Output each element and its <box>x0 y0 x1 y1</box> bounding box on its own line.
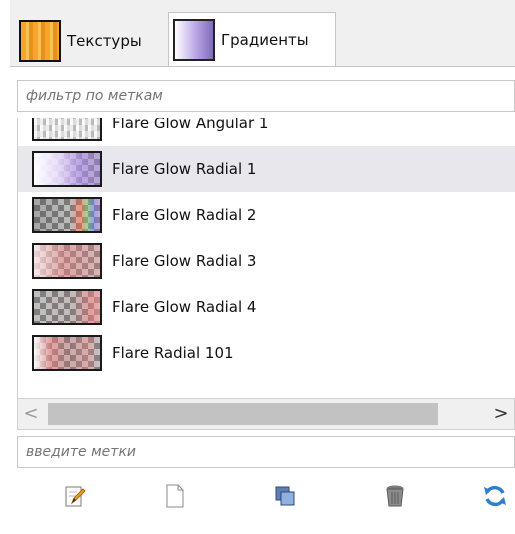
trash-icon <box>386 485 404 507</box>
textures-tab-icon <box>19 20 61 62</box>
gradient-swatch <box>32 335 102 371</box>
gradients-dock: Текстуры Градиенты Flare Glow Angular 1 … <box>10 0 515 534</box>
tag-filter-input[interactable] <box>17 80 515 112</box>
tab-textures-label: Текстуры <box>67 32 142 50</box>
tab-gradients[interactable]: Градиенты <box>168 12 336 66</box>
gradient-name: Flare Glow Radial 2 <box>112 206 257 224</box>
list-item[interactable]: Flare Glow Radial 4 <box>18 284 515 330</box>
new-document-icon <box>166 484 184 508</box>
gradient-toolbar <box>10 473 515 521</box>
gradient-swatch <box>32 243 102 279</box>
scroll-thumb[interactable] <box>48 403 438 425</box>
gradients-tab-icon <box>173 18 215 61</box>
list-item[interactable]: Flare Glow Angular 1 <box>18 118 515 146</box>
tab-bar: Текстуры Градиенты <box>10 8 515 66</box>
edit-icon <box>65 486 86 507</box>
duplicate-icon <box>275 486 295 506</box>
tab-textures[interactable]: Текстуры <box>15 16 163 66</box>
scroll-right-button[interactable]: > <box>488 399 514 429</box>
edit-gradient-button[interactable] <box>58 479 92 513</box>
gradient-swatch <box>32 118 102 141</box>
tab-gradients-label: Градиенты <box>221 30 309 49</box>
list-item[interactable]: Flare Radial 101 <box>18 330 515 376</box>
scroll-left-button[interactable]: < <box>18 399 44 429</box>
gradient-name: Flare Glow Angular 1 <box>112 118 269 132</box>
gradients-panel: Flare Glow Angular 1 Flare Glow Radial 1… <box>10 66 515 534</box>
gradient-list: Flare Glow Angular 1 Flare Glow Radial 1… <box>17 118 515 398</box>
gradient-name: Flare Glow Radial 1 <box>112 160 257 178</box>
delete-gradient-button[interactable] <box>378 479 412 513</box>
refresh-gradients-button[interactable] <box>478 479 512 513</box>
tag-entry-input[interactable] <box>17 436 515 468</box>
list-item[interactable]: Flare Glow Radial 3 <box>18 238 515 284</box>
duplicate-gradient-button[interactable] <box>268 479 302 513</box>
list-item-selected[interactable]: Flare Glow Radial 1 <box>18 146 515 192</box>
new-gradient-button[interactable] <box>158 479 192 513</box>
refresh-icon <box>484 485 506 507</box>
list-item[interactable]: Flare Glow Radial 2 <box>18 192 515 238</box>
gradient-name: Flare Radial 101 <box>112 344 234 362</box>
gradient-swatch <box>32 289 102 325</box>
gradient-name: Flare Glow Radial 4 <box>112 298 257 316</box>
gradient-name: Flare Glow Radial 3 <box>112 252 257 270</box>
gradient-swatch <box>32 197 102 233</box>
horizontal-scrollbar[interactable]: < > <box>17 398 515 430</box>
gradient-swatch <box>32 151 102 187</box>
